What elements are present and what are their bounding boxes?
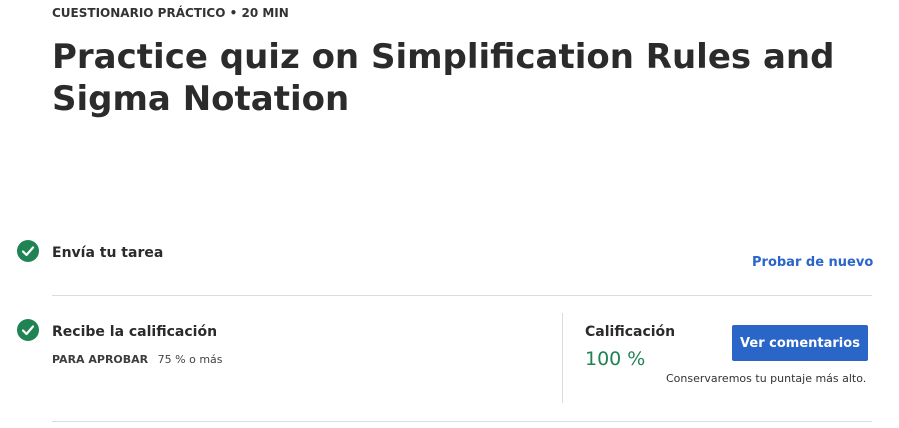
step-submit-title: Envía tu tarea	[52, 245, 164, 261]
pass-label: PARA APROBAR	[52, 353, 149, 366]
quiz-type-label: CUESTIONARIO PRÁCTICO • 20 MIN	[52, 6, 289, 20]
page-title: Practice quiz on Simplification Rules an…	[52, 37, 835, 119]
grade-label: Calificación	[585, 324, 676, 340]
check-circle-icon	[17, 240, 39, 262]
view-feedback-button[interactable]: Ver comentarios	[732, 325, 868, 361]
step-grade-title: Recibe la calificación	[52, 324, 218, 340]
highest-score-note: Conservaremos tu puntaje más alto.	[666, 372, 867, 385]
grade-value: 100 %	[585, 348, 646, 370]
quiz-page: CUESTIONARIO PRÁCTICO • 20 MIN Practice …	[0, 0, 899, 428]
pass-value: 75 % o más	[157, 353, 223, 366]
passing-requirement: PARA APROBAR 75 % o más	[52, 353, 223, 366]
vertical-divider	[562, 313, 563, 403]
check-circle-icon	[17, 319, 39, 341]
divider	[52, 295, 872, 296]
retry-link[interactable]: Probar de nuevo	[752, 255, 873, 270]
divider	[52, 421, 872, 422]
